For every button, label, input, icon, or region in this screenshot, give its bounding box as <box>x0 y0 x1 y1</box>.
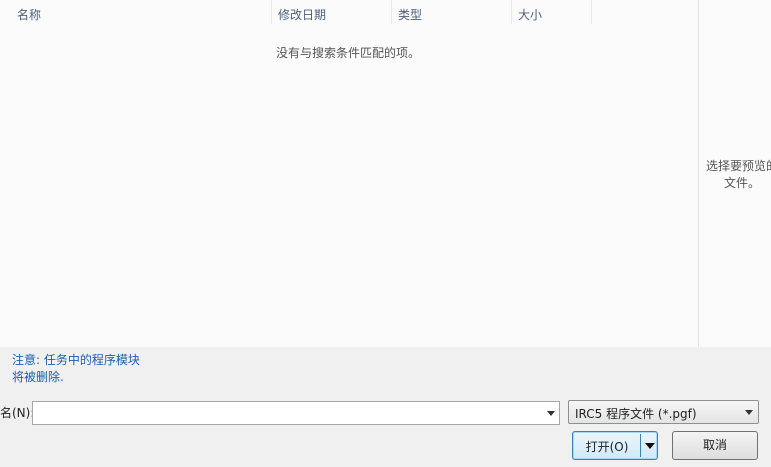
filetype-selected-value: IRC5 程序文件 (*.pgf) <box>575 407 697 421</box>
preview-pane: 选择要预览的 文件。 <box>698 0 771 347</box>
dropdown-arrow-icon[interactable] <box>645 443 655 449</box>
column-header-size[interactable]: 大小 <box>512 0 592 24</box>
empty-list-message: 没有与搜索条件匹配的项。 <box>276 46 421 60</box>
filename-label: 名(N): <box>0 406 35 420</box>
column-header-date-modified[interactable]: 修改日期 <box>272 0 392 24</box>
chevron-down-icon <box>745 410 753 415</box>
chevron-down-icon[interactable] <box>547 411 555 416</box>
column-header-type[interactable]: 类型 <box>392 0 512 24</box>
file-list[interactable]: ˆ 名称 修改日期 类型 大小 没有与搜索条件匹配的项。 <box>0 0 698 347</box>
cancel-button[interactable]: 取消 <box>672 431 758 460</box>
open-button[interactable]: 打开(O) <box>572 431 658 460</box>
split-divider <box>640 434 641 457</box>
preview-message: 选择要预览的 文件。 <box>705 159 771 190</box>
column-header-date-label: 修改日期 <box>278 8 327 22</box>
open-button-label: 打开(O) <box>585 440 629 454</box>
filename-input[interactable] <box>33 402 538 424</box>
column-headers: ˆ 名称 修改日期 类型 大小 <box>0 0 698 24</box>
sort-ascending-icon: ˆ <box>133 0 138 5</box>
column-header-name[interactable]: ˆ 名称 <box>0 0 272 24</box>
column-header-name-label: 名称 <box>17 8 42 22</box>
column-header-type-label: 类型 <box>398 8 423 22</box>
filetype-select[interactable]: IRC5 程序文件 (*.pgf) <box>568 400 759 424</box>
filename-combobox[interactable] <box>32 401 560 425</box>
column-header-size-label: 大小 <box>518 8 543 22</box>
warning-note: 注意: 任务中的程序模块 将被删除. <box>12 353 140 384</box>
